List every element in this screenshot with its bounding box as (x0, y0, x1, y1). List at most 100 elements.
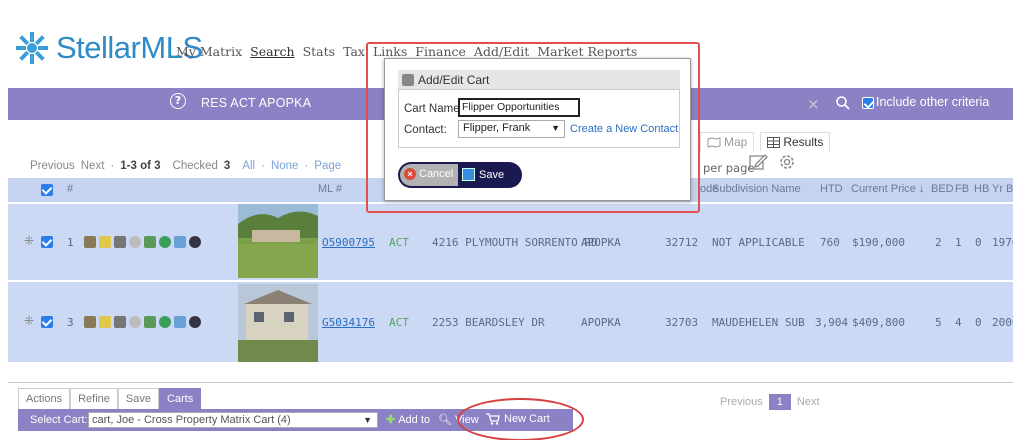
bottom-pager-page[interactable]: 1 (768, 394, 791, 410)
col-bed[interactable]: BED (931, 183, 954, 195)
col-htd[interactable]: HTD (820, 183, 843, 195)
people-icon[interactable] (144, 316, 156, 328)
select-cart-label: Select Cart: (30, 414, 88, 426)
bed: 2 (935, 236, 942, 249)
col-yr[interactable]: Yr Bu (992, 183, 1013, 195)
map-icon (707, 136, 721, 148)
chevron-down-icon: ▼ (363, 415, 372, 425)
house-icon[interactable] (84, 236, 96, 248)
ml-number-link[interactable]: G5034176 (322, 316, 375, 329)
stellar-logo[interactable]: StellarMLS (14, 28, 203, 68)
fb: 1 (955, 236, 962, 249)
select-none-link[interactable]: None (271, 160, 299, 172)
row-actions (84, 316, 201, 328)
address: 2253 BEARDSLEY DR (432, 316, 545, 329)
map-pin-icon[interactable] (159, 316, 171, 328)
row-num: 3 (67, 316, 74, 329)
nav-search[interactable]: Search (250, 44, 294, 59)
tab-map[interactable]: Map (700, 132, 755, 151)
row-checkbox[interactable] (41, 316, 53, 328)
checked-label: Checked (172, 160, 218, 172)
view-tabs: Map Results (700, 132, 831, 151)
report-icon[interactable] (99, 316, 111, 328)
map-pin-icon[interactable] (159, 236, 171, 248)
info-icon[interactable] (189, 316, 201, 328)
report-icon[interactable] (99, 236, 111, 248)
drag-handle-icon[interactable]: ⁜ (24, 314, 34, 328)
pager-range: 1-3 of 3 (120, 160, 161, 172)
col-price[interactable]: Current Price ↓ (851, 183, 924, 195)
page: { "header": { "brand": "StellarMLS", "na… (0, 0, 1013, 440)
building-icon[interactable] (174, 316, 186, 328)
subdivision: NOT APPLICABLE (712, 236, 805, 249)
price: $409,800 (852, 316, 905, 329)
pager-previous[interactable]: Previous (30, 160, 75, 172)
fb: 4 (955, 316, 962, 329)
nav-stats[interactable]: Stats (303, 44, 335, 59)
grid-icon (767, 136, 781, 148)
results-pager: Previous Next · 1-3 of 3 Checked 3 All ·… (30, 160, 342, 172)
bottom-pager-previous[interactable]: Previous (720, 396, 763, 408)
select-all-link[interactable]: All (242, 160, 255, 172)
help-icon[interactable]: ? (170, 93, 186, 109)
col-subdivision[interactable]: Subdivision Name (712, 183, 801, 195)
add-to-cart-button[interactable]: ✚ Add to (386, 413, 431, 427)
col-price-label: Current Price (851, 183, 916, 195)
select-page-link[interactable]: Page (314, 160, 341, 172)
cart-select-value: cart, Joe - Cross Property Matrix Cart (… (92, 414, 291, 426)
htd: 3,904 (815, 316, 849, 329)
cart-select[interactable]: cart, Joe - Cross Property Matrix Cart (… (88, 412, 378, 428)
col-fb[interactable]: FB (955, 183, 969, 195)
col-hb[interactable]: HB (974, 183, 989, 195)
ml-number-link[interactable]: O5900795 (322, 236, 375, 249)
subdivision: MAUDEHELEN SUB (712, 316, 805, 329)
city: APOPKA (581, 236, 621, 249)
edit-icon[interactable] (748, 152, 768, 172)
select-all-checkbox[interactable] (41, 184, 53, 196)
tab-save[interactable]: Save (117, 388, 159, 409)
status: ACT (389, 236, 409, 249)
info-icon[interactable] (189, 236, 201, 248)
per-page-label: per page (703, 161, 755, 175)
paperclip-icon[interactable] (129, 236, 141, 248)
tab-map-label: Map (724, 135, 748, 149)
drag-handle-icon[interactable]: ⁜ (24, 234, 34, 248)
row-checkbox[interactable] (41, 236, 53, 248)
tab-refine[interactable]: Refine (70, 388, 118, 409)
people-icon[interactable] (144, 236, 156, 248)
bottom-pager-next[interactable]: Next (797, 396, 820, 408)
nav-tax[interactable]: Tax (343, 44, 365, 59)
address: 4216 PLYMOUTH SORRENTO RD (432, 236, 598, 249)
tab-carts[interactable]: Carts (158, 388, 202, 409)
pager-next[interactable]: Next (81, 160, 105, 172)
gear-icon[interactable] (777, 152, 797, 172)
col-ml[interactable]: ML # (318, 183, 342, 195)
search-icon[interactable] (835, 95, 851, 111)
nav-my-matrix[interactable]: My Matrix (176, 44, 242, 59)
building-icon[interactable] (174, 236, 186, 248)
sort-down-icon: ↓ (915, 183, 925, 195)
col-num: # (67, 183, 74, 195)
include-criteria-checkbox[interactable] (862, 97, 874, 109)
row-num: 1 (67, 236, 74, 249)
hb: 0 (975, 316, 982, 329)
search-query[interactable]: RES ACT APOPKA (201, 96, 311, 110)
tab-results[interactable]: Results (760, 132, 831, 151)
highlight-oval (457, 398, 584, 440)
tab-actions[interactable]: Actions (18, 388, 71, 409)
hb: 0 (975, 236, 982, 249)
save-icon[interactable] (114, 316, 126, 328)
listing-photo[interactable] (238, 284, 318, 362)
house-icon[interactable] (84, 316, 96, 328)
bed: 5 (935, 316, 942, 329)
add-to-label: Add to (398, 413, 431, 426)
save-icon[interactable] (114, 236, 126, 248)
include-criteria-label: Include other criteria (876, 95, 990, 109)
htd: 760 (820, 236, 840, 249)
paperclip-icon[interactable] (129, 316, 141, 328)
magnifier-icon: 🔍︎ (438, 414, 452, 426)
clear-icon[interactable]: × (807, 95, 820, 113)
star-logo-icon (16, 32, 48, 64)
listing-photo[interactable] (238, 204, 318, 278)
plus-icon: ✚ (386, 414, 396, 426)
